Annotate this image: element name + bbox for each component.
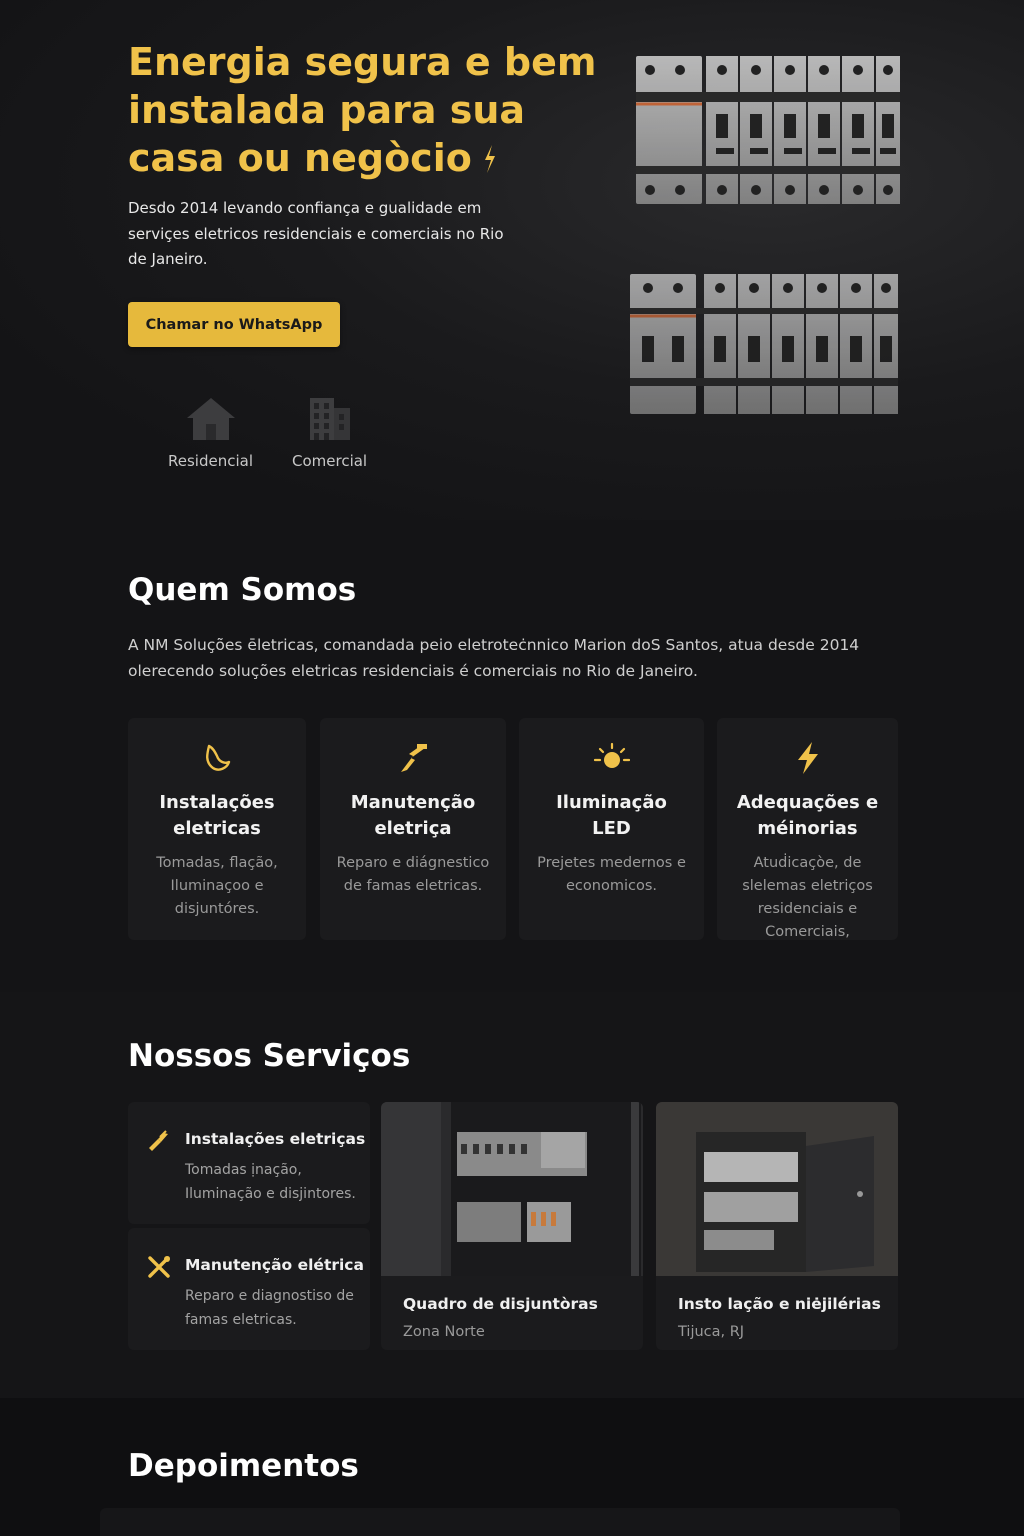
panel-photo	[656, 1102, 898, 1276]
project-title: Insto lação e niėjilérias	[678, 1295, 881, 1313]
about-title: Quem Somos	[128, 572, 357, 608]
project-title: Quadro de disjuntòras	[403, 1295, 598, 1313]
service-title: Manutenção elétrica	[185, 1256, 364, 1274]
segment-label: Residencial	[168, 452, 253, 470]
plug-icon	[206, 744, 231, 771]
segment-residencial: Residencial	[168, 396, 253, 470]
hero-title: Energia segura e bem instalada para sua …	[128, 38, 598, 182]
segment-label: Comercial	[292, 452, 368, 470]
feature-desc: Atuḋicaçòe, de slelemas eletriços reside…	[742, 855, 873, 940]
whatsapp-button[interactable]: Chamar no WhatsApp	[128, 302, 340, 347]
about-section: Quem Somos A NM Soluções ēletricas, coma…	[0, 520, 1024, 992]
testimonial-card	[100, 1508, 900, 1536]
lightning-icon	[484, 145, 495, 173]
service-title: Instalações eletriças	[185, 1130, 366, 1148]
services-section: Nossos Serviços Instalações eletriças To…	[0, 992, 1024, 1398]
service-item[interactable]: Manutenção elétrica Reparo e diagnostiso…	[128, 1228, 370, 1350]
feature-card: Instalações eletricas Tomadas, flação, I…	[128, 718, 306, 940]
breaker-panel-image	[630, 56, 900, 414]
project-location: Zona Norte	[403, 1324, 485, 1340]
feature-desc: Reparo e diágnestico de famas eletricas.	[336, 855, 490, 894]
feature-card: Manutenção eletriça Reparo e diágnestico…	[320, 718, 506, 940]
project-card[interactable]: Quadro de disjuntòras Zona Norte	[381, 1102, 643, 1350]
feature-desc: Tomadas, flação, Iluminaçoo e disjuntóre…	[156, 855, 278, 917]
service-list: Instalações eletriças Tomadas ịnação, Il…	[128, 1102, 370, 1350]
lightning-icon	[797, 742, 818, 774]
about-text: A NM Soluções ēletricas, comandada peio …	[128, 636, 860, 680]
hero-subtitle: Desdo 2014 levando confiança e gualidade…	[128, 199, 504, 268]
feature-title: Manutenção eletriça	[350, 792, 476, 839]
feature-title: Iluminação LED	[556, 792, 667, 839]
house-icon	[186, 398, 235, 440]
services-title: Nossos Serviços	[128, 1038, 411, 1074]
pliers-icon	[149, 1130, 168, 1151]
feature-card: Adequações e méinorias Atuḋicaçòe, de sl…	[717, 718, 898, 940]
project-location: Tijuca, RJ	[678, 1324, 745, 1340]
feature-title: Instalações eletricas	[159, 792, 275, 839]
service-desc: Reparo e diagnostiso de famas eletricas.	[185, 1288, 354, 1328]
building-icon	[309, 398, 350, 440]
panel-photo	[381, 1102, 643, 1276]
testimonials-title: Depoimentos	[128, 1448, 359, 1484]
hero-section: Energia segura e bem instalada para sua …	[0, 0, 1024, 520]
hero-title-text: Energia segura e bem instalada para sua …	[128, 40, 597, 180]
feature-title: Adequações e méinorias	[736, 792, 879, 839]
tools-icon	[148, 1256, 170, 1278]
segment-comercial: Comercial	[292, 396, 367, 470]
project-card[interactable]: Insto lação e niėjilérias Tijuca, RJ	[656, 1102, 898, 1350]
sun-icon	[593, 742, 630, 768]
service-item[interactable]: Instalações eletriças Tomadas ịnação, Il…	[128, 1102, 370, 1224]
testimonials-section: Depoimentos	[0, 1398, 1024, 1536]
service-desc: Tomadas ịnação, Iluminação e disjintores…	[185, 1162, 356, 1202]
feature-card: Iluminação LED Prejetes medernos e econo…	[519, 718, 704, 940]
bolt-plug-icon	[401, 744, 427, 772]
feature-desc: Prejetes medernos e economicos.	[537, 855, 686, 894]
